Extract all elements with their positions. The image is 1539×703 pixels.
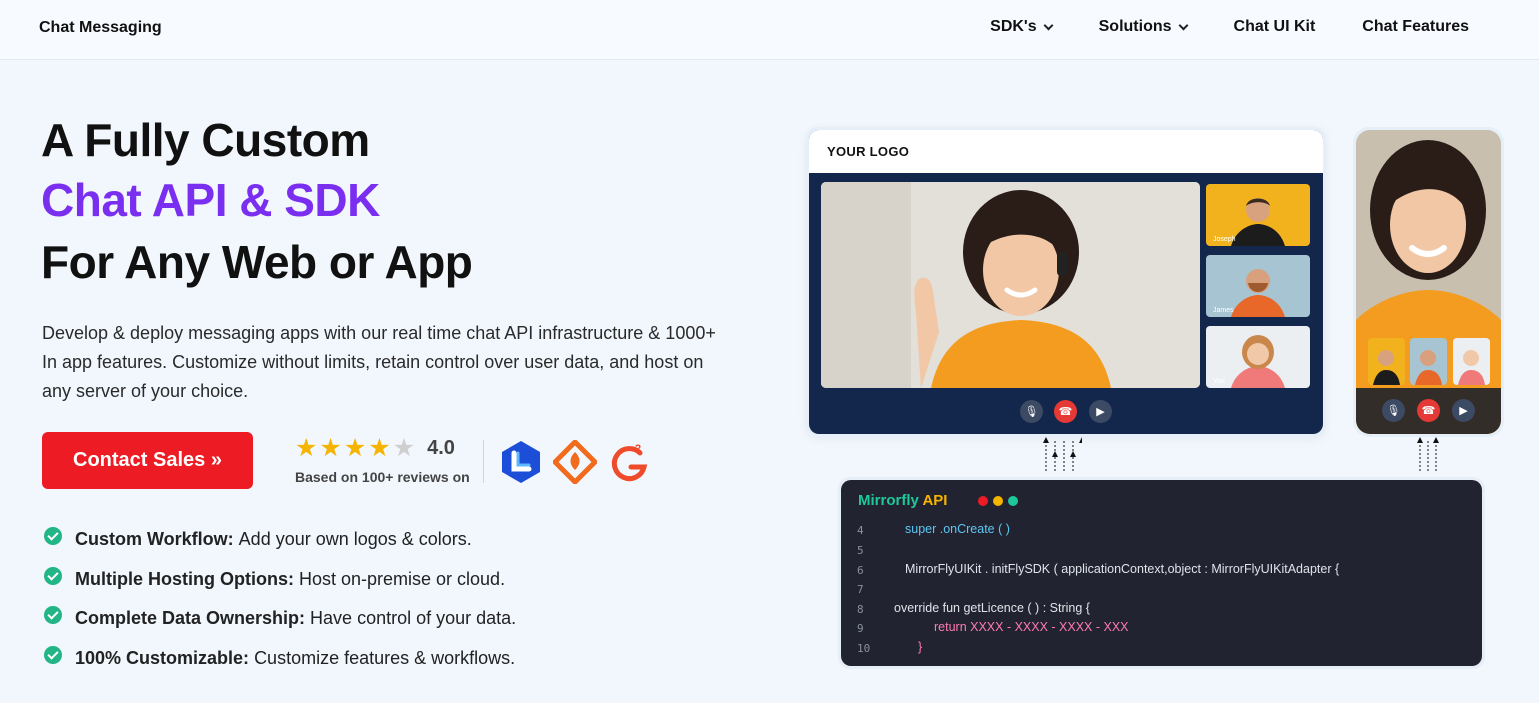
mockup-topbar: YOUR LOGO xyxy=(809,130,1323,173)
feature-title: Multiple Hosting Options: xyxy=(75,569,294,589)
nav-label: Chat Features xyxy=(1362,18,1469,35)
code-panel: Mirrorfly API 4 super .onCreate ( ) 5 6 … xyxy=(838,477,1485,669)
hero-title-line-3: For Any Web or App xyxy=(41,236,473,288)
nav-chat-features[interactable]: Chat Features xyxy=(1362,18,1469,36)
main-video-tile xyxy=(821,182,1200,388)
nav-chat-ui-kit[interactable]: Chat UI Kit xyxy=(1234,18,1316,36)
line-number: 5 xyxy=(857,544,864,557)
participant-tile: You xyxy=(1206,326,1310,388)
desktop-video-call-mockup: YOUR LOGO Joseph James You 🎙 ☎ ▶ xyxy=(806,127,1326,437)
feature-title: Complete Data Ownership: xyxy=(75,608,306,628)
nav-sdks[interactable]: SDK's xyxy=(990,18,1054,36)
code-line: override fun getLicence ( ) : String { xyxy=(894,601,1090,615)
line-number: 10 xyxy=(857,642,871,655)
hero-description: Develop & deploy messaging apps with our… xyxy=(42,323,716,401)
mic-icon[interactable]: 🎙 xyxy=(1020,400,1043,423)
participant-name: James xyxy=(1213,307,1234,314)
contact-sales-button[interactable]: Contact Sales » xyxy=(42,432,253,489)
star-empty-icon: ★ xyxy=(392,434,416,462)
main-nav: SDK's Solutions Chat UI Kit Chat Feature… xyxy=(990,18,1469,36)
feature-item: Multiple Hosting Options: Host on-premise… xyxy=(44,566,506,590)
feature-text: Host on-premise or cloud. xyxy=(298,569,506,589)
end-call-icon[interactable]: ☎ xyxy=(1054,400,1077,423)
nav-label: Chat UI Kit xyxy=(1233,18,1316,35)
participant-tile xyxy=(1410,338,1447,385)
line-number: 4 xyxy=(857,524,864,537)
video-camera-icon[interactable]: ▶ xyxy=(1452,399,1475,422)
site-header: Chat Messaging SDK's Solutions Chat UI K… xyxy=(0,0,1539,60)
nav-solutions[interactable]: Solutions xyxy=(1098,18,1188,36)
svg-text:2: 2 xyxy=(635,443,641,455)
code-line: return XXXX - XXXX - XXXX - XXX xyxy=(934,620,1129,634)
video-camera-icon[interactable]: ▶ xyxy=(1089,400,1112,423)
capterra-hex-logo-icon[interactable] xyxy=(499,440,543,484)
rating-divider xyxy=(483,440,484,483)
window-dot-yellow-icon xyxy=(993,496,1003,506)
feature-item: Custom Workflow: Add your own logos & col… xyxy=(44,526,472,550)
feature-title: Custom Workflow: xyxy=(75,529,234,549)
star-icon: ★ xyxy=(368,434,391,462)
g2-logo-icon[interactable]: 2 xyxy=(607,440,651,484)
line-number: 9 xyxy=(857,622,864,635)
feature-item: Complete Data Ownership: Have control of … xyxy=(44,605,517,629)
end-call-icon[interactable]: ☎ xyxy=(1417,399,1440,422)
getapp-diamond-logo-icon[interactable] xyxy=(553,440,597,484)
window-dot-red-icon xyxy=(978,496,988,506)
star-icon: ★ xyxy=(295,434,318,462)
code-line: super .onCreate ( ) xyxy=(905,522,1010,536)
code-line: MirrorFlyUIKit . initFlySDK ( applicatio… xyxy=(905,562,1340,576)
participant-tile: James xyxy=(1206,255,1310,317)
mobile-video-call-mockup: 🎙 ☎ ▶ xyxy=(1353,127,1504,437)
chevron-down-icon xyxy=(1043,20,1054,30)
feature-text: Add your own logos & colors. xyxy=(238,529,472,549)
hero-title-line-2: Chat API & SDK xyxy=(41,174,380,226)
rating-block: ★ ★ ★ ★ ★ 4.0 Based on 100+ reviews on xyxy=(295,434,470,486)
feature-title: 100% Customizable: xyxy=(75,648,250,668)
code-panel-title: Mirrorfly API xyxy=(858,492,948,509)
your-logo-text: YOUR LOGO xyxy=(827,144,910,159)
rating-reviews-text: Based on 100+ reviews on xyxy=(295,469,470,485)
line-number: 6 xyxy=(857,564,864,577)
code-line: } xyxy=(918,640,923,654)
feature-text: Have control of your data. xyxy=(310,608,517,628)
participant-tile xyxy=(1368,338,1405,385)
participant-tile: Joseph xyxy=(1206,184,1310,246)
woman-smiling-illustration xyxy=(1356,130,1501,434)
data-flow-arrows-icon xyxy=(1417,437,1439,473)
line-number: 8 xyxy=(857,603,864,616)
woman-waving-illustration xyxy=(821,182,1200,388)
check-circle-icon xyxy=(44,566,62,585)
line-number: 7 xyxy=(857,583,864,596)
check-circle-icon xyxy=(44,645,62,664)
check-circle-icon xyxy=(44,526,62,545)
participant-name: You xyxy=(1213,378,1225,385)
participant-tile xyxy=(1453,338,1490,385)
mic-icon[interactable]: 🎙 xyxy=(1382,399,1405,422)
star-icon: ★ xyxy=(319,434,342,462)
feature-item: 100% Customizable: Customize features & w… xyxy=(44,645,516,669)
feature-text: Customize features & workflows. xyxy=(254,648,516,668)
hero-title-line-1: A Fully Custom xyxy=(41,114,370,166)
nav-label: SDK's xyxy=(990,18,1037,35)
brand-title[interactable]: Chat Messaging xyxy=(39,19,162,37)
rating-score: 4.0 xyxy=(427,437,455,459)
participant-name: Joseph xyxy=(1213,236,1236,243)
check-circle-icon xyxy=(44,605,62,624)
nav-label: Solutions xyxy=(1098,18,1172,35)
data-flow-arrows-icon xyxy=(1043,437,1082,473)
window-dot-green-icon xyxy=(1008,496,1018,506)
chevron-down-icon xyxy=(1178,20,1188,30)
star-icon: ★ xyxy=(343,434,367,462)
